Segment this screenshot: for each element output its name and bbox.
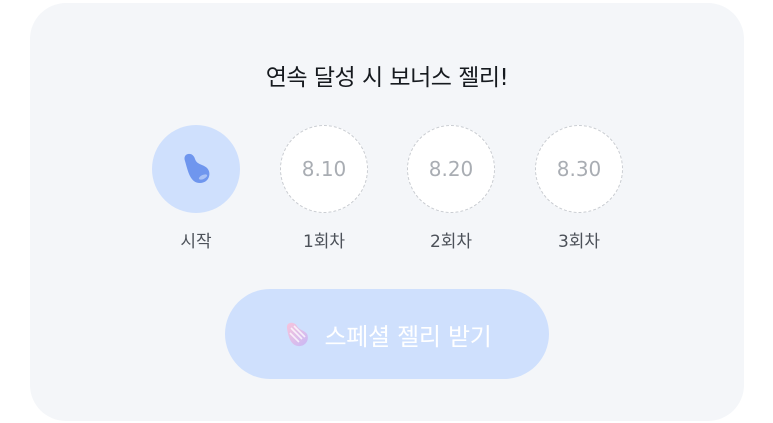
step-2: 8.20 2회차 [405,125,497,252]
step-start-label: 시작 [180,232,212,252]
special-jelly-icon [287,322,309,347]
step-1-label: 1회차 [302,232,346,252]
step-2-circle: 8.20 [407,125,495,213]
step-2-label: 2회차 [429,232,473,252]
step-3-label: 3회차 [557,232,601,252]
step-1-date: 8.10 [301,157,347,181]
card-title: 연속 달성 시 보너스 젤리! [265,65,509,91]
step-3-date: 8.30 [556,157,602,181]
step-3: 8.30 3회차 [533,125,625,252]
jelly-bean-icon [184,153,210,183]
step-start: 시작 [150,125,242,252]
step-start-circle [152,125,240,213]
get-special-jelly-button[interactable]: 스페셜 젤리 받기 [225,289,549,379]
step-3-circle: 8.30 [535,125,623,213]
step-1-circle: 8.10 [280,125,368,213]
step-2-date: 8.20 [428,157,474,181]
get-special-jelly-button-label: 스페셜 젤리 받기 [324,322,492,351]
bonus-jelly-card: 연속 달성 시 보너스 젤리! 시작 8.10 1회차 8.20 2회차 8.3… [30,3,744,421]
step-1: 8.10 1회차 [278,125,370,252]
